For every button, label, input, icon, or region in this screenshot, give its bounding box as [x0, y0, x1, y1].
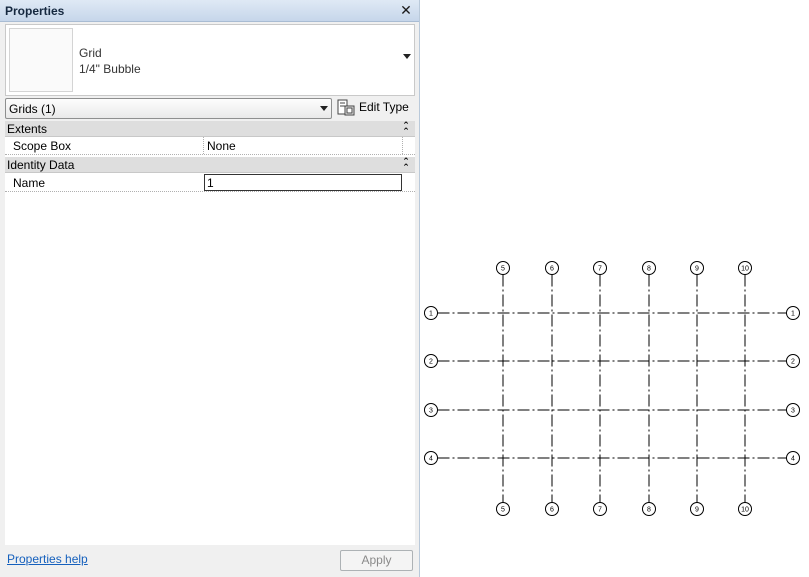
grid-bubble-label: 2: [429, 359, 433, 366]
collapse-icon[interactable]: ⌃ ⌃: [401, 157, 411, 172]
property-row-scope-box: Scope Box None: [5, 137, 415, 155]
edit-type-icon: [337, 99, 355, 116]
instance-filter-value: Grids (1): [9, 102, 56, 116]
group-label: Identity Data: [7, 158, 75, 172]
grid-bubble-bottom[interactable]: 6: [545, 502, 559, 516]
grid-bubble-top[interactable]: 5: [496, 261, 510, 275]
close-icon[interactable]: ✕: [399, 2, 413, 18]
grid-bubble-right[interactable]: 1: [786, 306, 800, 320]
type-family-label: Grid: [79, 46, 102, 60]
grid-bubble-label: 8: [647, 507, 651, 514]
grid-bubble-label: 3: [791, 408, 795, 415]
group-header-extents[interactable]: Extents ⌃ ⌃: [5, 121, 415, 137]
grid-bubble-label: 8: [647, 266, 651, 273]
chevron-down-icon[interactable]: [320, 106, 328, 111]
grid-bubble-label: 7: [598, 266, 602, 273]
grid-bubble-label: 4: [791, 456, 795, 463]
grid-bubble-label: 7: [598, 507, 602, 514]
apply-button[interactable]: Apply: [340, 550, 413, 571]
properties-help-link[interactable]: Properties help: [7, 552, 88, 566]
grid-bubble-bottom[interactable]: 9: [690, 502, 704, 516]
palette-title: Properties: [5, 4, 65, 18]
palette-footer: Properties help Apply: [0, 546, 419, 576]
grid-bubble-left[interactable]: 1: [424, 306, 438, 320]
grid-bubble-label: 3: [429, 408, 433, 415]
grid-bubble-bottom[interactable]: 10: [738, 502, 752, 516]
property-grid: Extents ⌃ ⌃ Scope Box None Identity Data …: [5, 121, 415, 545]
instance-filter-dropdown[interactable]: Grids (1): [5, 98, 332, 119]
chevron-down-icon[interactable]: [403, 54, 411, 59]
grid-bubble-label: 9: [695, 266, 699, 273]
grid-bubble-bottom[interactable]: 7: [593, 502, 607, 516]
grid-bubble-label: 1: [429, 311, 433, 318]
grid-bubble-label: 10: [741, 266, 749, 273]
group-header-identity-data[interactable]: Identity Data ⌃ ⌃: [5, 157, 415, 173]
property-name: Name: [13, 176, 46, 190]
grid-bubble-label: 6: [550, 266, 554, 273]
grid-bubble-top[interactable]: 7: [593, 261, 607, 275]
property-name: Scope Box: [13, 139, 72, 153]
grid-drawing[interactable]: 1 1 2 2 3 3 4 4 5 5 6 6 7 7 8 8 9 9 10 10: [421, 0, 809, 577]
grid-bubble-bottom[interactable]: 5: [496, 502, 510, 516]
group-label: Extents: [7, 122, 48, 136]
grid-bubble-top[interactable]: 9: [690, 261, 704, 275]
grid-bubble-right[interactable]: 3: [786, 403, 800, 417]
grid-bubble-label: 10: [741, 507, 749, 514]
grid-bubble-top[interactable]: 8: [642, 261, 656, 275]
grid-bubble-top[interactable]: 6: [545, 261, 559, 275]
grid-bubble-label: 9: [695, 507, 699, 514]
edit-type-label: Edit Type: [359, 100, 409, 114]
property-row-name: Name: [5, 174, 415, 192]
palette-titlebar[interactable]: Properties ✕: [0, 0, 419, 22]
grid-bubble-label: 1: [791, 311, 795, 318]
grid-bubble-left[interactable]: 3: [424, 403, 438, 417]
type-name-label: 1/4" Bubble: [79, 62, 141, 76]
grid-bubble-right[interactable]: 4: [786, 451, 800, 465]
grid-bubble-bottom[interactable]: 8: [642, 502, 656, 516]
properties-palette: Properties ✕ Grid 1/4" Bubble Grids (1) …: [0, 0, 420, 577]
type-selector[interactable]: Grid 1/4" Bubble: [5, 24, 415, 96]
grid-bubble-left[interactable]: 2: [424, 354, 438, 368]
grid-bubble-left[interactable]: 4: [424, 451, 438, 465]
grid-bubble-right[interactable]: 2: [786, 354, 800, 368]
grid-bubble-label: 5: [501, 266, 505, 273]
property-value-cell[interactable]: None: [203, 137, 403, 154]
grid-bubble-top[interactable]: 10: [738, 261, 752, 275]
grid-bubble-label: 4: [429, 456, 433, 463]
property-value: None: [207, 139, 236, 153]
name-field[interactable]: [204, 174, 402, 191]
type-preview-image: [9, 28, 73, 92]
grid-bubble-label: 2: [791, 359, 795, 366]
collapse-icon[interactable]: ⌃ ⌃: [401, 121, 411, 136]
drawing-area[interactable]: 1 1 2 2 3 3 4 4 5 5 6 6 7 7 8 8 9 9 10 10: [421, 0, 809, 577]
edit-type-button[interactable]: Edit Type: [336, 97, 414, 119]
grid-bubble-label: 5: [501, 507, 505, 514]
grid-bubble-label: 6: [550, 507, 554, 514]
